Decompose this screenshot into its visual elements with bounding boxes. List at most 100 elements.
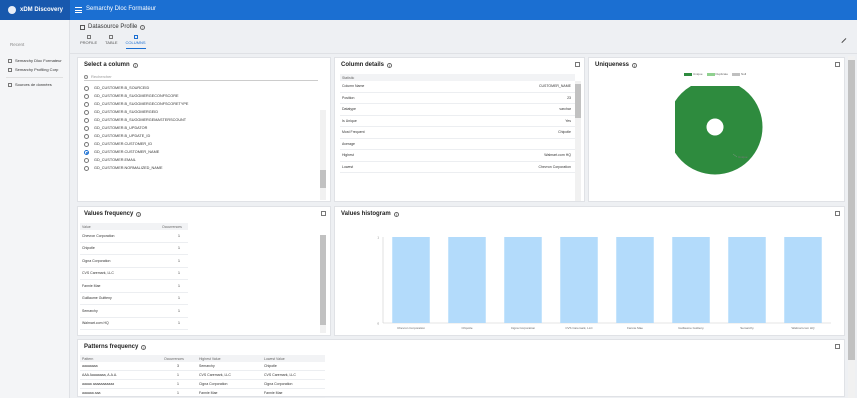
column-name: GD_CUSTOMER.NORMALIZED_NAME [94,166,163,170]
radio-button[interactable] [84,133,89,139]
donut-slice-unique[interactable] [675,86,763,175]
patterns-frequency-table: Pattern Occurrences Highest Value Lowest… [80,355,325,398]
profile-icon [80,24,85,30]
value-cell: Guillaume Guitteny [82,296,112,301]
table-row[interactable]: Walmart.com HQ 1 [80,318,188,330]
legend-unique[interactable]: Unique [684,72,703,76]
values-histogram-chart: 1 0 Chevron Corporation Chipotle Cigna Corpo… [377,236,831,330]
table-row[interactable]: CVS Caremark, LLC 1 [80,268,188,280]
top-bar: xDM Discovery Semarchy Dloc Formateur [0,0,857,20]
lowest-cell: Cigna Corporation [264,382,293,386]
expand-icon[interactable] [321,211,326,216]
column-option[interactable]: GD_CUSTOMER.EMAIL [84,156,324,164]
column-list-scrollbar[interactable] [320,110,326,200]
radio-button[interactable] [84,101,89,107]
info-icon[interactable]: i [141,344,147,350]
column-header-highest[interactable]: Highest Value [199,357,264,361]
menu-icon[interactable] [75,7,82,13]
histogram-bar[interactable] [672,237,710,323]
table-row[interactable]: aaaaaa aaa 1 Fannie Mae Fannie Mae [80,389,325,398]
column-header-value[interactable]: Value [82,225,162,229]
lowest-cell: CVS Caremark, LLC [264,373,296,377]
radio-button[interactable] [84,157,89,163]
expand-icon[interactable] [575,62,580,67]
info-icon[interactable]: i [140,24,146,30]
search-input[interactable]: Rechercher [84,73,318,81]
column-option[interactable]: GD_CUSTOMER.NORMALIZED_NAME [84,164,324,172]
main-content: Datasource Profile i PROFILE TABLE COLUM… [70,20,857,398]
radio-button[interactable] [84,149,89,155]
column-name: GD_CUSTOMER.B_SUGGMERGEMASTERSCOUNT [94,118,187,122]
legend-null[interactable]: Null [732,72,746,76]
table-row[interactable]: aaaaaaaa 3 Semarchy Chipotle [80,362,325,371]
scrollbar-thumb[interactable] [320,170,326,188]
histogram-bar[interactable] [392,237,430,323]
histogram-bar[interactable] [784,237,822,323]
radio-button[interactable] [84,165,89,171]
histogram-bar[interactable] [504,237,542,323]
histogram-bar[interactable] [560,237,598,323]
sidebar-item-profiling-corp[interactable]: Semarchy Profiling Corp [0,63,69,72]
info-icon[interactable]: i [387,62,393,68]
column-name: GD_CUSTOMER.B_SUGGMERGECONFSCORE [94,94,179,98]
details-label: Lowest [342,164,354,169]
radio-button[interactable] [84,125,89,131]
info-icon[interactable]: i [632,62,638,68]
column-header-occurrences[interactable]: Occurrences [164,357,199,361]
column-option[interactable]: GD_CUSTOMER.CUSTOMER_ID [84,140,324,148]
details-scrollbar[interactable] [575,81,581,201]
table-row[interactable]: aaaaa aaaaaaaaaaa 1 Cigna Corporation Cigna… [80,380,325,389]
histogram-bar[interactable] [448,237,486,323]
table-row[interactable]: Chevron Corporation 1 [80,230,188,243]
values-frequency-scrollbar[interactable] [320,235,326,333]
column-option[interactable]: GD_CUSTOMER.B_SUGGMERGEID [84,108,324,116]
table-row[interactable]: Semarchy 1 [80,305,188,318]
histogram-bar[interactable] [616,237,654,323]
radio-button[interactable] [84,109,89,115]
radio-button[interactable] [84,117,89,123]
column-option[interactable]: GD_CUSTOMER.B_SUGGMERGECONFSCORETYPE [84,100,324,108]
details-row: Highest Walmart.com HQ [340,150,575,162]
page-title-text: Datasource Profile [88,24,138,30]
column-name: GD_CUSTOMER.B_SUGGMERGECONFSCORETYPE [94,102,189,106]
column-option[interactable]: GD_CUSTOMER.B_SUGGMERGEMASTERSCOUNT [84,116,324,124]
legend-duplicate[interactable]: Duplicate [706,72,728,76]
brand[interactable]: xDM Discovery [0,0,70,20]
histogram-bar[interactable] [728,237,766,323]
expand-icon[interactable] [835,62,840,67]
table-row[interactable]: Cigna Corporation 1 [80,255,188,268]
column-header-occurrences[interactable]: Occurrences [162,225,182,229]
table-row[interactable]: Guillaume Guitteny 1 [80,293,188,305]
info-icon[interactable]: i [132,62,138,68]
column-header-lowest[interactable]: Lowest Value [264,357,285,361]
sidebar-item-sources[interactable]: Sources de données [0,78,69,87]
table-row[interactable]: AAA Aaaaaaaa, A.A.A. 1 CVS Caremark, LLC CV… [80,371,325,380]
column-option[interactable]: GD_CUSTOMER.CUSTOMER_NAME [84,148,324,156]
count-cell: 1 [178,308,180,313]
tab-profile[interactable]: PROFILE [80,35,97,49]
radio-button[interactable] [84,85,89,91]
count-cell: 1 [178,233,180,238]
sidebar-item-dloc-formateur[interactable]: Semarchy Dloc Formateur [0,54,69,63]
scrollbar-thumb[interactable] [320,235,326,325]
edit-icon[interactable] [841,38,847,44]
expand-icon[interactable] [835,344,840,349]
info-icon[interactable]: i [136,211,142,217]
column-option[interactable]: GD_CUSTOMER.B_UPDATOR [84,124,324,132]
radio-button[interactable] [84,141,89,147]
tab-table[interactable]: TABLE [105,35,118,49]
brand-name: xDM Discovery [20,7,64,13]
radio-button[interactable] [84,93,89,99]
tab-columns[interactable]: COLUMNS [125,35,146,49]
column-header-pattern[interactable]: Pattern [82,357,164,361]
table-row[interactable]: Chipotle 1 [80,243,188,255]
column-option[interactable]: GD_CUSTOMER.B_SOURCEID [84,84,324,92]
values-frequency-card: Values frequency i Value Occurrences Che… [77,206,331,336]
page-scrollbar[interactable] [848,56,855,398]
column-option[interactable]: GD_CUSTOMER.B_SUGGMERGECONFSCORE [84,92,324,100]
column-option[interactable]: GD_CUSTOMER.B_UPDATE_ID [84,132,324,140]
details-row: Average [340,139,575,150]
scrollbar-thumb[interactable] [848,60,855,360]
table-row[interactable]: Fannie Mae 1 [80,280,188,293]
scrollbar-thumb[interactable] [575,84,581,118]
